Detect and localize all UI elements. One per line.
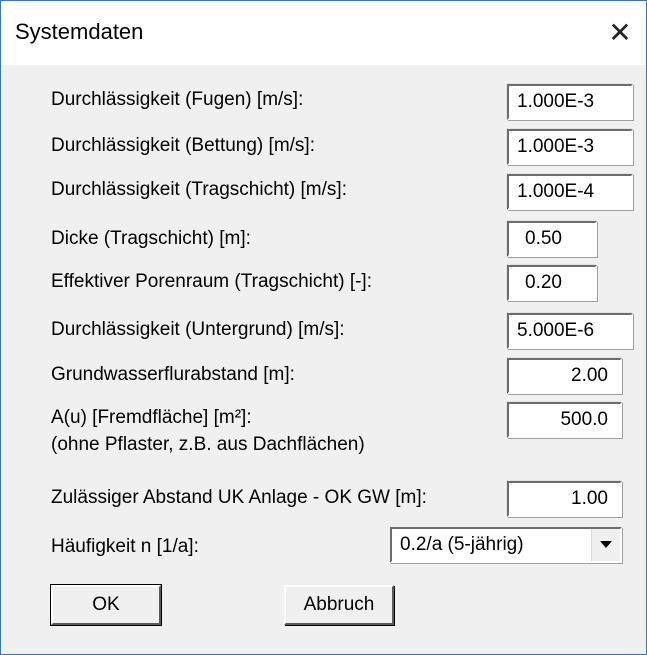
label-fremdflaeche: A(u) [Fremdfläche] [m²]: [51, 407, 252, 428]
haeufigkeit-select[interactable]: 0.2/a (5-jährig) [390, 527, 622, 563]
untergrund-input[interactable]: 5.000E-6 [507, 313, 633, 349]
label-haeufigkeit: Häufigkeit n [1/a]: [51, 536, 199, 557]
systemdaten-dialog: Systemdaten ✕ Durchlässigkeit (Fugen) [m… [0, 0, 647, 655]
haeufigkeit-selected-value: 0.2/a (5-jährig) [400, 534, 524, 555]
label-dicke: Dicke (Tragschicht) [m]: [51, 228, 251, 249]
abstand-input[interactable]: 1.00 [507, 481, 622, 517]
label-porenraum: Effektiver Porenraum (Tragschicht) [-]: [51, 271, 372, 292]
fremdflaeche-input[interactable]: 500.0 [507, 402, 622, 438]
label-fugen: Durchlässigkeit (Fugen) [m/s]: [51, 89, 304, 110]
title-bar: Systemdaten ✕ [1, 1, 646, 65]
dialog-title: Systemdaten [15, 19, 144, 44]
bettung-input[interactable]: 1.000E-3 [507, 129, 633, 165]
tragschicht-input[interactable]: 1.000E-4 [507, 174, 633, 210]
cancel-button[interactable]: Abbruch [284, 585, 394, 625]
chevron-down-icon[interactable] [591, 529, 620, 561]
ok-button[interactable]: OK [50, 584, 162, 626]
label-flurabstand: Grundwasserflurabstand [m]: [51, 364, 295, 385]
label-abstand: Zulässiger Abstand UK Anlage - OK GW [m]… [51, 487, 427, 508]
close-icon[interactable]: ✕ [600, 11, 640, 55]
label-untergrund: Durchlässigkeit (Untergrund) [m/s]: [51, 319, 345, 340]
label-bettung: Durchlässigkeit (Bettung) [m/s]: [51, 135, 315, 156]
fugen-input[interactable]: 1.000E-3 [507, 84, 633, 120]
dicke-input[interactable]: 0.50 [507, 221, 597, 257]
flurabstand-input[interactable]: 2.00 [507, 358, 622, 394]
note-fremdflaeche: (ohne Pflaster, z.B. aus Dachflächen) [51, 434, 365, 455]
porenraum-input[interactable]: 0.20 [507, 265, 597, 301]
label-tragschicht: Durchlässigkeit (Tragschicht) [m/s]: [51, 179, 347, 200]
